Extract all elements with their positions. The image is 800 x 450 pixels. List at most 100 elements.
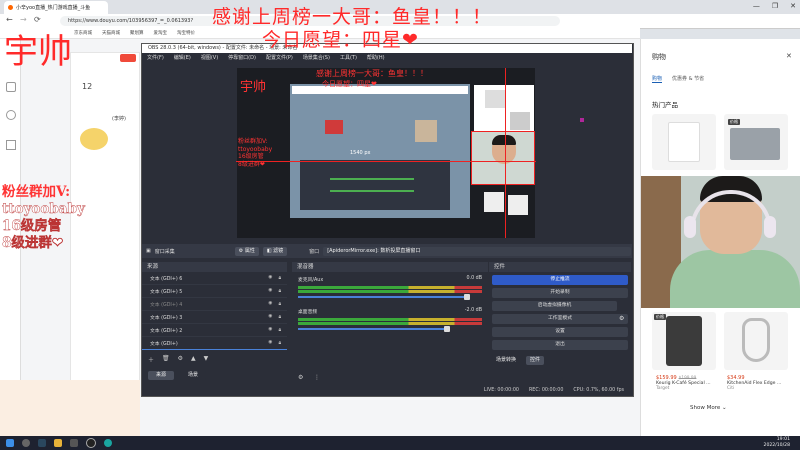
minimize-button[interactable]: — xyxy=(753,2,760,10)
remove-icon[interactable]: 🗑︎ xyxy=(162,355,170,364)
obs-menu-help[interactable]: 帮助(H) xyxy=(367,53,385,63)
favorite-link[interactable]: 聚划算 xyxy=(130,30,144,36)
favorite-link[interactable]: 淘宝特价 xyxy=(177,30,195,36)
fans-wechat: ttoyoobaby xyxy=(2,201,85,217)
app-icon[interactable] xyxy=(70,439,78,447)
steam-icon[interactable] xyxy=(38,439,46,447)
category-icon[interactable] xyxy=(6,140,16,150)
source-row[interactable]: 文本 (GDI+) 2 ◉ 🔒︎ xyxy=(142,324,287,337)
headphone-earcup xyxy=(764,216,776,238)
settings-icon[interactable]: ⚙ xyxy=(178,355,183,364)
nested-obs-panel xyxy=(300,160,450,210)
show-more-button[interactable]: Show More ⌄ xyxy=(690,405,727,411)
source-row[interactable]: 文本 (GDI+) 6 ◉ 🔒︎ xyxy=(142,272,287,285)
source-row[interactable]: 文本 (GDI+) 3 ◉ 🔒︎ xyxy=(142,311,287,324)
fans-group-overlay: 粉丝群加V: ttoyoobaby 16级房管 8级进群❤ xyxy=(2,184,85,252)
nested-fans-overlay: 粉丝群加V: ttoyoobaby 16级房管 8级进群❤ xyxy=(238,138,272,168)
properties-label: 属性 xyxy=(244,247,255,254)
obs-menu-file[interactable]: 文件(F) xyxy=(147,53,164,63)
add-icon[interactable]: ＋ xyxy=(148,355,154,364)
selection-guide xyxy=(505,68,506,238)
rec-status: REC: 00:00:00 xyxy=(528,388,564,393)
nested-fans-level8: 8级进群❤ xyxy=(238,160,265,168)
start-icon[interactable] xyxy=(6,439,14,447)
settings-button[interactable]: 设置 xyxy=(492,327,628,337)
obs-icon[interactable] xyxy=(86,438,96,448)
volume-slider[interactable] xyxy=(298,294,470,300)
favorite-link[interactable]: 京东商城 xyxy=(74,30,92,36)
eye-icon[interactable]: ◉ xyxy=(268,288,272,294)
headphone-earcup xyxy=(684,216,696,238)
source-row[interactable]: 文本 (GDI+) 5 ◉ 🔒︎ xyxy=(142,285,287,298)
product-name[interactable]: KitchenAid Flex Edge ... xyxy=(727,381,781,386)
eye-icon[interactable]: ◉ xyxy=(268,301,272,307)
eye-icon[interactable]: ◉ xyxy=(268,275,272,281)
tab-scenes[interactable]: 场景 xyxy=(180,371,207,380)
start-recording-button[interactable]: 开始录制 xyxy=(492,288,628,298)
search-icon[interactable] xyxy=(22,439,30,447)
exit-button[interactable]: 退出 xyxy=(492,340,628,350)
volume-meter xyxy=(298,318,482,321)
browser-tab[interactable]: 小辛yoo直播_热门游戏直播_斗鱼 xyxy=(4,1,108,14)
product-mixer-card[interactable] xyxy=(724,312,788,370)
product-coffee-card[interactable]: 价格 xyxy=(652,312,716,370)
refresh-icon[interactable]: ⟳ xyxy=(34,15,41,24)
favorite-link[interactable]: 爱淘宝 xyxy=(154,30,168,36)
mixer-title: 混音器 xyxy=(292,262,488,272)
eye-icon[interactable]: ◉ xyxy=(268,340,272,346)
maximize-button[interactable]: ❐ xyxy=(772,2,778,10)
home-icon[interactable] xyxy=(6,82,16,92)
tab-coupons[interactable]: 优惠券 & 节省 xyxy=(672,75,704,83)
chevron-down-icon: ⌄ xyxy=(721,405,727,411)
lock-icon[interactable]: 🔒︎ xyxy=(278,327,281,333)
tab-controls[interactable]: 控件 xyxy=(526,356,545,365)
nested-fans-wechat: ttoyoobaby xyxy=(238,145,273,153)
studio-mode-button[interactable]: 工作室模式 xyxy=(492,314,628,324)
volume-slider[interactable] xyxy=(298,326,450,332)
obs-menu-view[interactable]: 视图(V) xyxy=(201,53,218,63)
nested-overlay-line1: 感谢上周榜一大哥：鱼皇！！！ xyxy=(316,69,428,78)
obs-menu-profile[interactable]: 配置文件(P) xyxy=(266,53,293,63)
lock-icon[interactable]: 🔒︎ xyxy=(278,275,281,281)
tab-transitions[interactable]: 场景转换 xyxy=(492,356,521,365)
obs-menu-edit[interactable]: 编辑(E) xyxy=(174,53,191,63)
stop-streaming-button[interactable]: 停止推流 xyxy=(492,275,628,285)
forward-icon[interactable]: → xyxy=(20,15,27,24)
webcam-shirt xyxy=(670,250,800,308)
follower-count: 12 xyxy=(82,82,93,91)
properties-button[interactable]: ⚙ 属性 xyxy=(234,246,259,256)
mixer-menu-icon[interactable]: ⋮ xyxy=(314,374,320,381)
obs-menu-tools[interactable]: 工具(T) xyxy=(340,53,357,63)
move-down-icon[interactable]: ▼ xyxy=(204,355,209,364)
lock-icon[interactable]: 🔒︎ xyxy=(278,301,281,307)
filters-button[interactable]: ◧ 滤镜 xyxy=(262,246,288,256)
eye-icon[interactable]: ◉ xyxy=(268,314,272,320)
follow-icon[interactable] xyxy=(6,110,16,120)
back-icon[interactable]: ← xyxy=(6,15,13,24)
mixer-settings-icon[interactable]: ⚙ xyxy=(298,374,303,381)
tab-shopping[interactable]: 购物 xyxy=(652,75,663,83)
lock-icon[interactable]: 🔒︎ xyxy=(278,314,281,320)
lock-icon[interactable]: 🔒︎ xyxy=(278,340,281,346)
close-icon[interactable]: ✕ xyxy=(786,52,792,60)
source-toolbar: ▣ 窗口采集 ⚙ 属性 ◧ 滤镜 窗口 [ApiderorMirror.exe]… xyxy=(142,244,632,258)
close-button[interactable]: ✕ xyxy=(790,2,796,10)
edge-icon[interactable] xyxy=(104,439,112,447)
window-select[interactable]: [ApiderorMirror.exe]: 数析投屏直播窗口 xyxy=(323,246,632,256)
source-row[interactable]: 文本 (GDI+) 4 ◉ 🔒︎ xyxy=(142,298,287,311)
tab-sources[interactable]: 来源 xyxy=(148,371,175,380)
source-row[interactable]: 文本 (GDI+) ◉ 🔒︎ xyxy=(142,337,287,350)
mascot-image xyxy=(80,128,108,150)
product-store: Target xyxy=(656,386,670,391)
move-up-icon[interactable]: ▲ xyxy=(191,355,196,364)
product-mixer-info: $34.99 KitchenAid Flex Edge ... Citi xyxy=(727,374,781,391)
start-virtual-camera-button[interactable]: 启动虚拟摄像机 xyxy=(492,301,617,311)
obs-menu-scene-collection[interactable]: 场景集合(S) xyxy=(303,53,330,63)
lock-icon[interactable]: 🔒︎ xyxy=(278,288,281,294)
virtual-camera-settings-icon[interactable]: ⚙ xyxy=(619,315,624,322)
explorer-icon[interactable] xyxy=(54,439,62,447)
obs-menu-docks[interactable]: 停靠窗口(D) xyxy=(228,53,256,63)
favorite-link[interactable]: 天猫商城 xyxy=(102,30,120,36)
eye-icon[interactable]: ◉ xyxy=(268,327,272,333)
source-name: 文本 (GDI+) 3 xyxy=(150,315,183,321)
